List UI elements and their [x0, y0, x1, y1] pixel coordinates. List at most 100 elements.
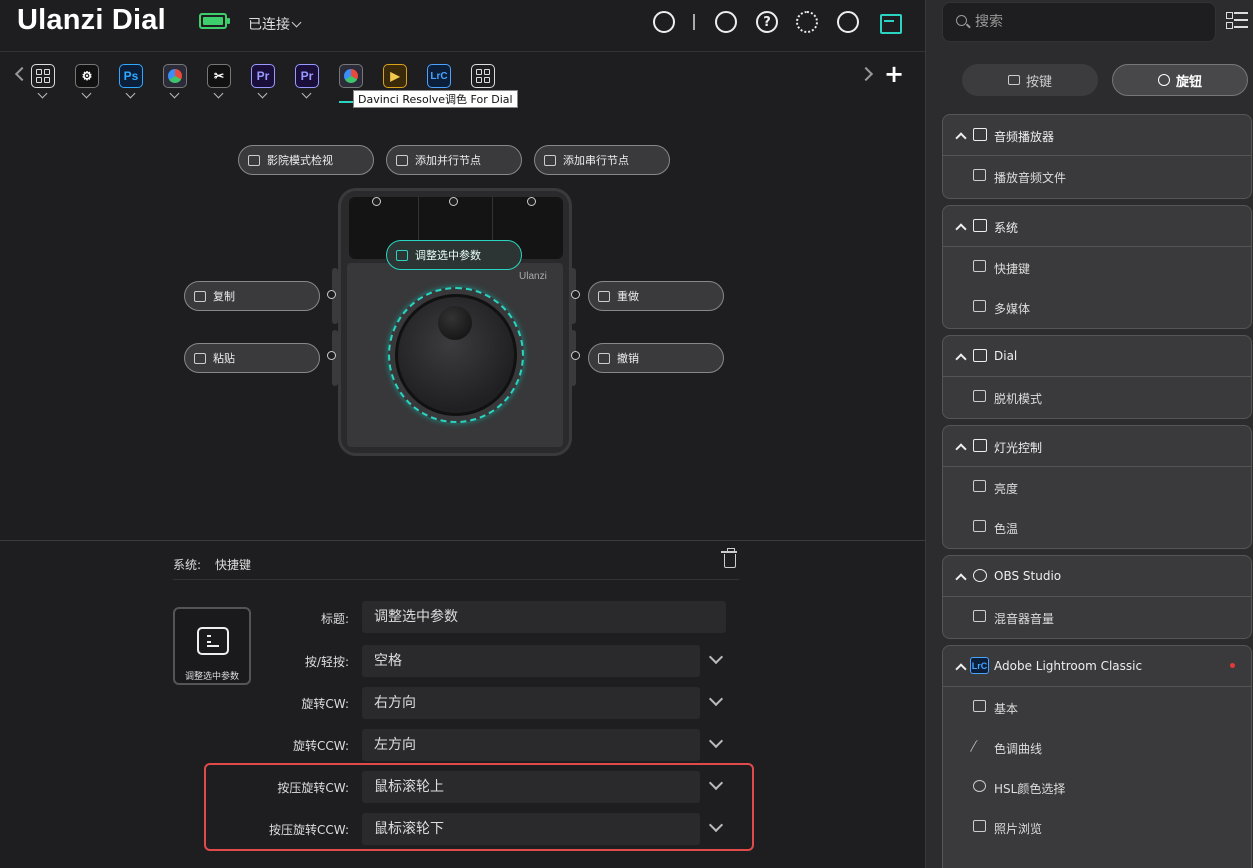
chevron-down-icon[interactable] [37, 88, 48, 99]
chevron-down-icon[interactable] [708, 691, 724, 707]
group-dial: Dial 脱机模式 [942, 335, 1252, 419]
trash-icon[interactable] [721, 548, 737, 568]
top-button-1[interactable]: 影院模式检视 [238, 145, 374, 175]
list-item[interactable]: 色温 [943, 506, 1251, 546]
list-item[interactable]: 脱机模式 [943, 376, 1251, 416]
group-header[interactable]: 灯光控制 [943, 426, 1251, 466]
right-button-undo[interactable]: 撤销 [588, 343, 724, 373]
action-category: 系统: [173, 558, 202, 572]
rotate-cw-select[interactable]: 右方向 [362, 687, 700, 719]
connector-dot [327, 351, 336, 360]
list-item[interactable]: 色调曲线 [943, 726, 1251, 766]
group-header[interactable]: 音频播放器 [943, 115, 1251, 155]
button-label: 粘贴 [213, 352, 235, 365]
tab-keys[interactable]: 按键 [962, 64, 1098, 96]
profile-finalcut-icon[interactable]: ▶ [383, 64, 407, 88]
chevron-down-icon[interactable] [301, 88, 312, 99]
field-label: 按/轻按: [304, 655, 349, 669]
item-label: 照片浏览 [994, 822, 1043, 836]
active-indicator [339, 101, 353, 103]
chevron-down-icon[interactable] [169, 88, 180, 99]
add-profile-button[interactable]: + [884, 62, 904, 86]
settings-icon[interactable] [796, 11, 818, 33]
item-label: 多媒体 [994, 302, 1031, 316]
equalizer-icon [973, 128, 987, 141]
profile-premiere-icon[interactable]: Pr [251, 64, 275, 88]
item-label: HSL颜色选择 [994, 782, 1066, 796]
button-label: 调整选中参数 [415, 249, 481, 262]
chevron-up-icon [955, 573, 967, 585]
chevron-down-icon[interactable] [213, 88, 224, 99]
chevron-down-icon[interactable] [257, 88, 268, 99]
top-button-3[interactable]: 添加串行节点 [534, 145, 670, 175]
shortcut-icon [194, 352, 206, 364]
top-button-2[interactable]: 添加并行节点 [386, 145, 522, 175]
right-button-redo[interactable]: 重做 [588, 281, 724, 311]
group-header[interactable]: 系统 [943, 206, 1251, 246]
group-title: Dial [994, 349, 1018, 363]
store-icon[interactable] [879, 11, 902, 34]
profile-photoshop-icon[interactable]: Ps [119, 64, 143, 88]
profile-davinci-icon[interactable] [163, 64, 187, 88]
list-item[interactable]: 基本 [943, 686, 1251, 726]
group-header[interactable]: OBS Studio [943, 556, 1251, 596]
item-label: 快捷键 [994, 262, 1031, 276]
profile-lightroom-icon[interactable]: LrC [427, 64, 451, 88]
button-label: 添加并行节点 [415, 154, 481, 167]
chevron-down-icon[interactable] [125, 88, 136, 99]
u-logo-icon[interactable] [653, 11, 675, 33]
tab-knob[interactable]: 旋钮 [1112, 64, 1248, 96]
group-title: OBS Studio [994, 569, 1062, 583]
shortcut-icon [598, 352, 610, 364]
action-name: 快捷键 [215, 558, 252, 572]
list-item[interactable]: HSL颜色选择 [943, 766, 1251, 806]
profile-capcut-icon[interactable]: ✂ [207, 64, 231, 88]
list-item[interactable]: 多媒体 [943, 286, 1251, 326]
left-button-copy[interactable]: 复制 [184, 281, 320, 311]
chevron-down-icon[interactable] [708, 733, 724, 749]
dial-icon [973, 349, 987, 362]
group-header[interactable]: Dial [943, 336, 1251, 376]
title-input[interactable]: 调整选中参数 [362, 601, 726, 633]
highlight-box [204, 763, 754, 851]
chevron-right-icon[interactable] [858, 66, 874, 82]
left-button-paste[interactable]: 粘贴 [184, 343, 320, 373]
press-select[interactable]: 空格 [362, 645, 700, 677]
chevron-up-icon [955, 223, 967, 235]
chevron-down-icon[interactable] [81, 88, 92, 99]
profile-davinci-active-icon[interactable] [339, 64, 363, 88]
help-icon[interactable]: ? [756, 11, 778, 33]
account-icon[interactable] [837, 11, 859, 33]
list-item[interactable]: 快捷键 [943, 246, 1251, 286]
preview-label: 调整选中参数 [184, 672, 239, 682]
list-item[interactable]: 混音器音量 [943, 596, 1251, 636]
photo-browse-icon [973, 820, 986, 832]
palette-icon[interactable] [715, 11, 737, 33]
list-view-icon[interactable] [1226, 12, 1248, 32]
group-lighting: 灯光控制 亮度 色温 [942, 425, 1252, 549]
search-input[interactable]: 搜索 [942, 2, 1216, 42]
app-title: Ulanzi Dial [17, 4, 166, 36]
play-file-icon [973, 169, 986, 181]
rotate-ccw-select[interactable]: 左方向 [362, 729, 700, 761]
chevron-down-icon[interactable] [708, 649, 724, 665]
group-header[interactable]: LrC Adobe Lightroom Classic [943, 646, 1251, 686]
profile-grid-icon[interactable] [31, 64, 55, 88]
list-item[interactable]: 照片浏览 [943, 806, 1251, 846]
center-button-selected[interactable]: 调整选中参数 [386, 240, 522, 270]
profile-settings-icon[interactable]: ⚙ [75, 64, 99, 88]
chevron-left-icon[interactable] [14, 66, 30, 82]
item-label: 混音器音量 [994, 612, 1055, 626]
profile-premiere-icon[interactable]: Pr [295, 64, 319, 88]
group-title: 灯光控制 [994, 441, 1043, 455]
chevron-down-icon [291, 17, 302, 28]
shortcut-icon [598, 290, 610, 302]
connection-dropdown[interactable]: 已连接 [248, 14, 302, 34]
connector-dot [327, 290, 336, 299]
chevron-up-icon [955, 132, 967, 144]
list-item[interactable]: 播放音频文件 [943, 155, 1251, 195]
multimedia-icon [973, 300, 986, 312]
profile-grid-icon[interactable] [471, 64, 495, 88]
obs-icon [973, 569, 987, 582]
list-item[interactable]: 亮度 [943, 466, 1251, 506]
